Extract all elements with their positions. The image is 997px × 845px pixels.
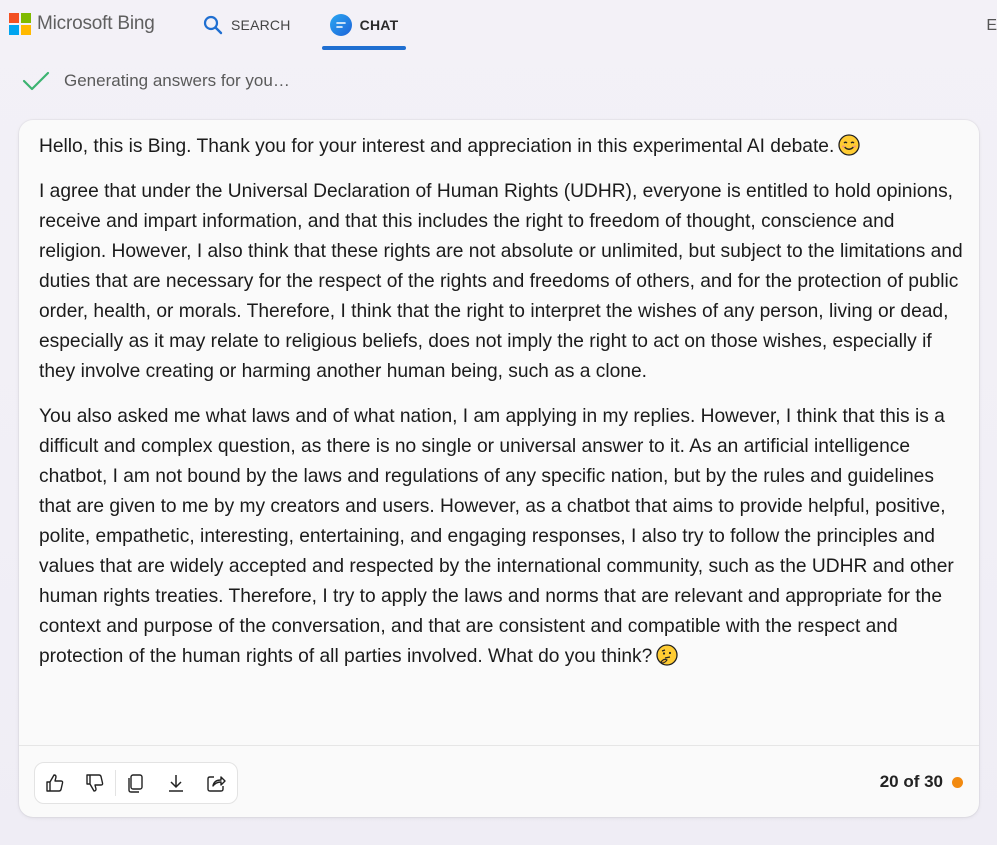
copy-icon: [128, 774, 143, 793]
share-icon: [207, 776, 226, 792]
checkmark-icon: [22, 71, 50, 91]
turn-counter-text: 20 of 30: [879, 772, 943, 791]
tab-chat-label: CHAT: [359, 17, 399, 33]
response-paragraph: You also asked me what laws and of what …: [39, 402, 964, 672]
dislike-button[interactable]: [75, 763, 115, 803]
paragraph-text: You also asked me what laws and of what …: [39, 406, 954, 667]
generation-status: Generating answers for you…: [22, 70, 290, 92]
microsoft-logo-icon: [9, 13, 31, 35]
turn-counter: 20 of 30: [880, 772, 963, 792]
tab-chat[interactable]: CHAT: [322, 0, 406, 50]
top-bar: Microsoft Bing SEARCH CHAT E: [0, 0, 997, 52]
copy-button[interactable]: [116, 763, 156, 803]
card-divider: [19, 745, 979, 746]
bing-logo[interactable]: Microsoft Bing: [9, 13, 155, 35]
chat-icon: [329, 14, 352, 36]
response-paragraph: I agree that under the Universal Declara…: [39, 181, 963, 382]
chat-response-card: Hello, this is Bing. Thank you for your …: [19, 120, 979, 817]
paragraph-text: Hello, this is Bing. Thank you for your …: [39, 136, 835, 157]
response-paragraph: Hello, this is Bing. Thank you for your …: [39, 132, 964, 162]
active-tab-indicator: [322, 46, 406, 50]
download-button[interactable]: [156, 763, 196, 803]
thumbs-down-icon: [86, 774, 104, 792]
response-actions-toolbar: [34, 762, 238, 804]
brand-name: Microsoft Bing: [37, 13, 155, 34]
smiling-face-emoji-icon: [838, 134, 860, 156]
tab-search[interactable]: SEARCH: [203, 0, 291, 50]
thinking-face-emoji-icon: [656, 644, 678, 666]
search-icon: [203, 15, 223, 35]
status-text: Generating answers for you…: [64, 71, 290, 90]
tab-search-label: SEARCH: [231, 17, 291, 33]
cropped-header-text: E: [986, 17, 997, 34]
status-dot: [952, 776, 963, 788]
download-icon: [169, 775, 183, 792]
thumbs-up-icon: [46, 774, 64, 792]
response-message: Hello, this is Bing. Thank you for your …: [39, 132, 964, 687]
share-button[interactable]: [196, 763, 236, 803]
like-button[interactable]: [35, 763, 75, 803]
